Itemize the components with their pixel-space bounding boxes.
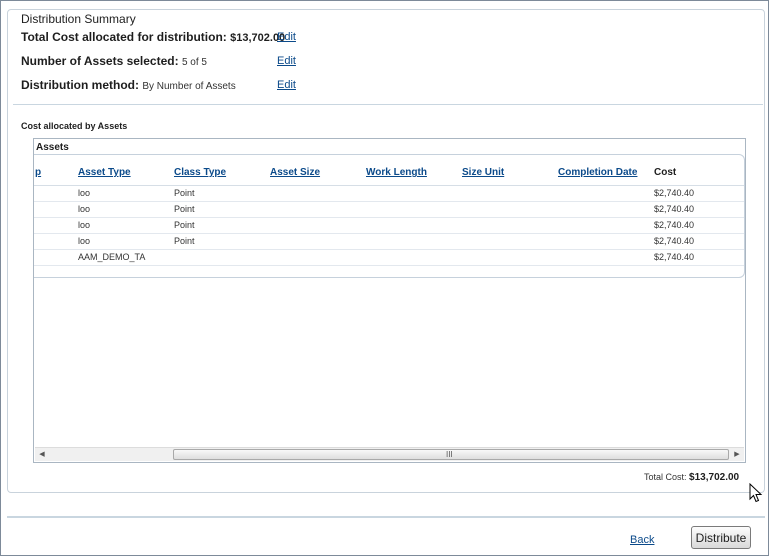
edit-distribution-method-link[interactable]: Edit bbox=[277, 77, 296, 93]
column-header-p[interactable]: p bbox=[35, 167, 41, 178]
page-frame: Distribution Summary Total Cost allocate… bbox=[0, 0, 769, 556]
footer-divider bbox=[7, 516, 765, 518]
edit-assets-selected-link[interactable]: Edit bbox=[277, 53, 296, 69]
cell-asset-type: AAM_DEMO_TA bbox=[78, 252, 146, 262]
cell-class-type: Point bbox=[174, 188, 195, 198]
column-header-size-unit[interactable]: Size Unit bbox=[462, 167, 504, 178]
assets-panel-title: Assets bbox=[36, 142, 69, 153]
distribution-summary-legend: Distribution Summary bbox=[18, 12, 139, 26]
cell-asset-type: loo bbox=[78, 188, 91, 198]
cell-class-type: Point bbox=[174, 236, 195, 246]
total-cost-footer-label: Total Cost: bbox=[644, 472, 687, 482]
table-row: loo Point $2,740.40 bbox=[34, 234, 744, 250]
cost-allocated-title: Cost allocated by Assets bbox=[21, 121, 128, 131]
column-header-asset-type[interactable]: Asset Type bbox=[78, 167, 131, 178]
cell-cost: $2,740.40 bbox=[654, 236, 695, 246]
assets-selected-label: Number of Assets selected: bbox=[21, 54, 179, 68]
column-header-work-length[interactable]: Work Length bbox=[366, 167, 427, 178]
column-header-class-type[interactable]: Class Type bbox=[174, 167, 226, 178]
distribution-method-label: Distribution method: bbox=[21, 78, 139, 92]
column-header-cost: Cost bbox=[654, 167, 677, 178]
cell-cost: $2,740.40 bbox=[654, 204, 695, 214]
cell-asset-type: loo bbox=[78, 204, 91, 214]
assets-selected-value: 5 of 5 bbox=[181, 57, 207, 68]
table-row: AAM_DEMO_TA $2,740.40 bbox=[34, 250, 744, 266]
column-header-asset-size[interactable]: Asset Size bbox=[270, 167, 320, 178]
distribution-method-value: By Number of Assets bbox=[142, 81, 236, 92]
total-cost-summary: Total Cost: $13,702.00 bbox=[644, 472, 739, 483]
cell-cost: $2,740.40 bbox=[654, 220, 695, 230]
assets-panel: Assets p Asset Type Class Type Asset Siz… bbox=[33, 138, 746, 463]
section-divider bbox=[13, 104, 763, 105]
cell-class-type: Point bbox=[174, 204, 195, 214]
cell-asset-type: loo bbox=[78, 236, 91, 246]
cell-asset-type: loo bbox=[78, 220, 91, 230]
column-header-completion-date[interactable]: Completion Date bbox=[558, 167, 637, 178]
total-cost-label: Total Cost allocated for distribution: bbox=[21, 30, 227, 44]
total-cost-row: Total Cost allocated for distribution: $… bbox=[21, 29, 285, 45]
assets-selected-row: Number of Assets selected: 5 of 5 bbox=[21, 53, 207, 69]
triangle-right-icon[interactable]: ▶ bbox=[730, 448, 744, 462]
table-row: loo Point $2,740.40 bbox=[34, 186, 744, 202]
triangle-left-icon[interactable]: ◀ bbox=[35, 448, 49, 462]
distribution-method-row: Distribution method: By Number of Assets bbox=[21, 77, 236, 93]
scrollbar-thumb[interactable]: III bbox=[173, 449, 729, 460]
assets-table: p Asset Type Class Type Asset Size Work … bbox=[34, 154, 745, 278]
cell-cost: $2,740.40 bbox=[654, 252, 695, 262]
total-cost-footer-value: $13,702.00 bbox=[689, 472, 740, 483]
cell-class-type: Point bbox=[174, 220, 195, 230]
table-row: loo Point $2,740.40 bbox=[34, 218, 744, 234]
table-row: loo Point $2,740.40 bbox=[34, 202, 744, 218]
mouse-pointer-icon bbox=[749, 483, 763, 503]
horizontal-scrollbar[interactable]: ◀ III ▶ bbox=[35, 447, 744, 461]
distribute-button[interactable]: Distribute bbox=[691, 526, 751, 549]
cell-cost: $2,740.40 bbox=[654, 188, 695, 198]
scrollbar-grip: III bbox=[446, 450, 453, 459]
back-link[interactable]: Back bbox=[630, 534, 654, 546]
edit-total-cost-link[interactable]: Edit bbox=[277, 29, 296, 45]
